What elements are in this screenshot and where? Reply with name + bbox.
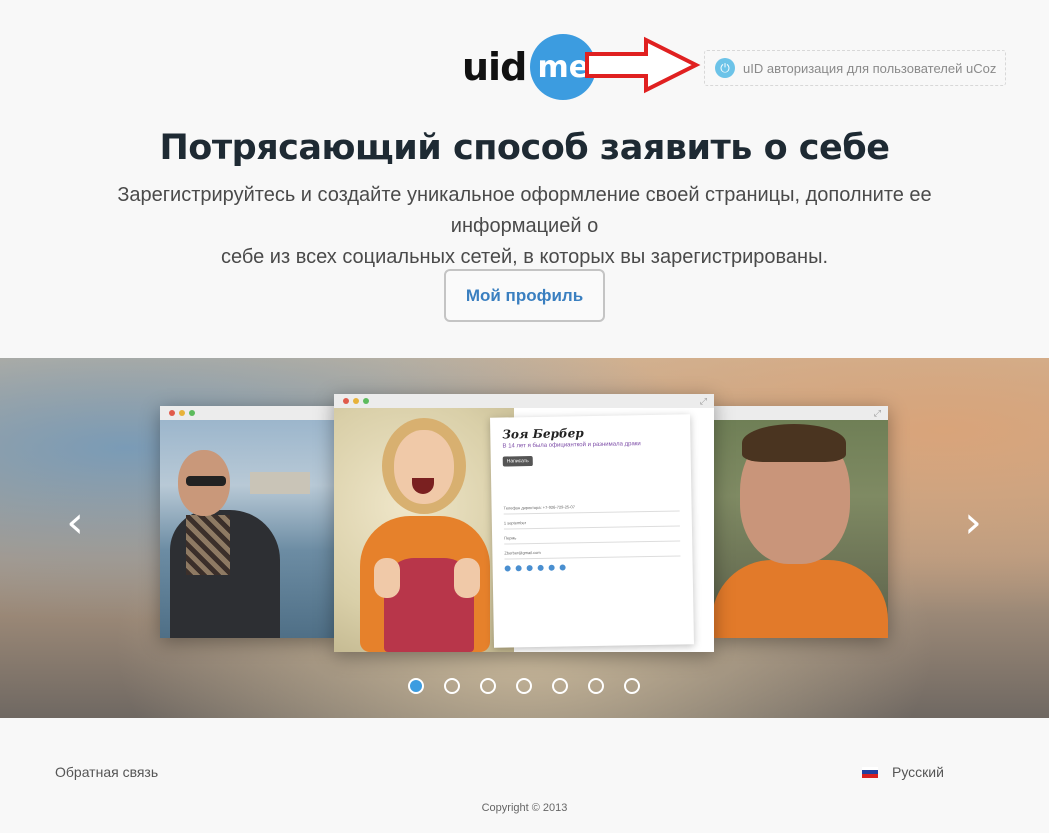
red-arrow-icon [585, 36, 701, 94]
card-tagline: В 14 лет я была официанткой и разнимала … [502, 441, 641, 450]
card-write-button: Написать [502, 456, 533, 467]
pager-dot[interactable] [408, 678, 424, 694]
ucoz-auth-label: uID авторизация для пользователей uCoz [743, 60, 997, 76]
card-name: Зоя Бербер [502, 426, 584, 442]
card-birthday: 1 september [503, 517, 680, 530]
copyright-text: Copyright © 2013 [481, 802, 568, 814]
page-subheadline: Зарегистрируйтесь и создайте уникальное … [60, 180, 989, 273]
pager-dot[interactable] [588, 678, 604, 694]
ucoz-auth-badge[interactable]: ⏻ uID авторизация для пользователей uCoz [704, 50, 1006, 86]
chevron-left-icon[interactable]: ‹ [60, 501, 90, 545]
window-titlebar: ⤢ [334, 394, 714, 408]
card-email: Zberber@gmail.com [504, 547, 681, 560]
logo-uid-text: uid [462, 45, 527, 89]
profile-carousel: ‹ › ⤢ ⤢ Зоя Бербер В 14 лет я была офици… [0, 358, 1049, 718]
pager-dot[interactable] [624, 678, 640, 694]
pager-dot[interactable] [552, 678, 568, 694]
social-icon [559, 564, 566, 571]
card-bio [503, 468, 679, 499]
language-selector[interactable]: Русский [862, 764, 944, 780]
slide-preview-left[interactable] [160, 406, 336, 638]
chevron-right-icon[interactable]: › [958, 501, 988, 545]
expand-icon: ⤢ [873, 408, 881, 418]
expand-icon: ⤢ [699, 396, 707, 406]
ucoz-power-icon: ⏻ [715, 58, 735, 78]
subheadline-line-2: себе из всех социальных сетей, в которых… [220, 246, 829, 268]
russia-flag-icon [862, 766, 878, 778]
profile-card: Зоя Бербер В 14 лет я была официанткой и… [490, 414, 694, 648]
social-icon [504, 565, 511, 572]
carousel-pager [408, 678, 640, 694]
card-phone: Телефон директора: +7-926-729-25-07 [503, 502, 680, 515]
page-headline: Потрясающий способ заявить о себе [159, 128, 890, 168]
window-titlebar: ⤢ [712, 406, 888, 420]
card-city: Пермь [504, 532, 681, 545]
subheadline-line-1: Зарегистрируйтесь и создайте уникальное … [117, 184, 932, 237]
uidme-logo[interactable]: uid me [462, 33, 597, 101]
profile-photo-man-orange [712, 420, 888, 638]
profile-photo-woman [334, 408, 514, 652]
card-social-icons [504, 562, 681, 572]
language-label: Русский [892, 764, 944, 780]
pager-dot[interactable] [516, 678, 532, 694]
slide-preview-center[interactable]: ⤢ Зоя Бербер В 14 лет я была официанткой… [334, 394, 714, 652]
social-icon [537, 564, 544, 571]
my-profile-button[interactable]: Мой профиль [444, 269, 605, 322]
feedback-link[interactable]: Обратная связь [55, 764, 158, 780]
social-icon [515, 565, 522, 572]
social-icon [526, 565, 533, 572]
pager-dot[interactable] [444, 678, 460, 694]
social-icon [548, 564, 555, 571]
window-titlebar [160, 406, 336, 420]
profile-photo-man-sunglasses [160, 420, 336, 638]
slide-preview-right[interactable]: ⤢ [712, 406, 888, 638]
pager-dot[interactable] [480, 678, 496, 694]
